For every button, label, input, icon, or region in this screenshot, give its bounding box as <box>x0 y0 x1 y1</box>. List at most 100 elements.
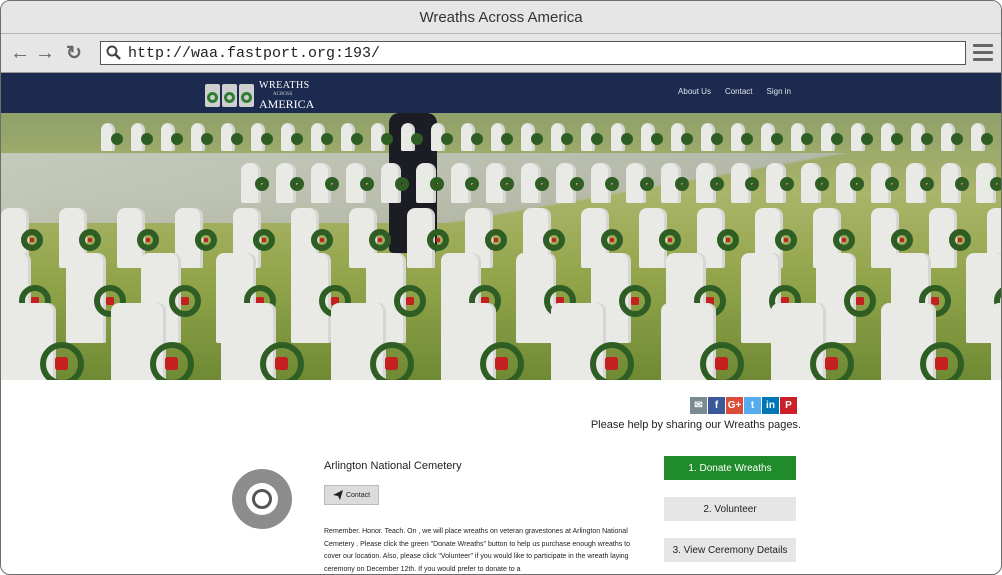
donate-wreaths-button[interactable]: 1. Donate Wreaths <box>664 456 796 480</box>
google-plus-share-icon[interactable]: G+ <box>726 397 743 414</box>
wreath <box>850 177 864 191</box>
wreath <box>710 177 724 191</box>
logo-wreath-icon <box>205 84 220 107</box>
reload-icon[interactable]: ↻ <box>64 43 84 64</box>
wreath <box>950 132 963 145</box>
wreath <box>470 132 483 145</box>
nav-contact[interactable]: Contact <box>725 87 753 96</box>
wreath <box>980 132 993 145</box>
wreath <box>740 132 753 145</box>
window-titlebar: Wreaths Across America <box>1 1 1001 34</box>
wreath <box>780 177 794 191</box>
logo-text: WREATHS ACROSS AMERICA <box>259 80 315 111</box>
wreath <box>590 132 603 145</box>
wreath <box>169 284 201 317</box>
wreath <box>570 177 584 191</box>
wreath <box>716 229 739 251</box>
nav-about-us[interactable]: About Us <box>678 87 711 96</box>
wreath <box>675 177 689 191</box>
wreath <box>395 177 409 191</box>
site-logo[interactable]: WREATHS ACROSS AMERICA <box>205 81 314 110</box>
wreath <box>320 132 333 145</box>
wreath <box>360 177 374 191</box>
wreath <box>368 229 391 251</box>
wreath <box>136 229 159 251</box>
pinterest-share-icon[interactable]: P <box>780 397 797 414</box>
wreath <box>230 132 243 145</box>
wreath <box>535 177 549 191</box>
wreath <box>500 177 514 191</box>
wreath <box>650 132 663 145</box>
logo-wreath-icon <box>239 84 254 107</box>
logo-wreath-icon <box>222 84 237 107</box>
contact-button-label: Contact <box>345 491 371 499</box>
main-content: ✉ f G+ t in P Please help by sharing our… <box>1 380 1001 574</box>
browser-window: Wreaths Across America ← → ↻ WREATHS ACR… <box>0 0 1002 575</box>
wreath <box>919 341 964 380</box>
wreath <box>290 132 303 145</box>
wreath <box>310 229 333 251</box>
wreath <box>194 229 217 251</box>
wreath <box>78 229 101 251</box>
view-ceremony-details-button[interactable]: 3. View Ceremony Details <box>664 538 796 562</box>
email-share-icon[interactable]: ✉ <box>690 397 707 414</box>
linkedin-share-icon[interactable]: in <box>762 397 779 414</box>
wreath <box>465 177 479 191</box>
wreath <box>920 132 933 145</box>
wreath <box>885 177 899 191</box>
wreath <box>170 132 183 145</box>
contact-button[interactable]: Contact <box>324 485 379 505</box>
twitter-share-icon[interactable]: t <box>744 397 761 414</box>
hero-cemetery-image <box>1 113 1001 380</box>
wreath <box>920 177 934 191</box>
wreath <box>325 177 339 191</box>
wreath <box>890 132 903 145</box>
wreath <box>39 341 84 380</box>
share-icons: ✉ f G+ t in P <box>690 397 797 414</box>
window-title: Wreaths Across America <box>419 8 583 26</box>
wreath <box>430 177 444 191</box>
wreath <box>380 132 393 145</box>
wreath <box>479 341 524 380</box>
top-nav: About Us Contact Sign in <box>678 87 791 96</box>
wreath <box>149 341 194 380</box>
wreath <box>600 229 623 251</box>
wreath <box>290 177 304 191</box>
wreath <box>259 341 304 380</box>
nav-sign-in[interactable]: Sign in <box>767 87 791 96</box>
wreath <box>990 177 1001 191</box>
hamburger-menu-icon[interactable] <box>973 44 993 62</box>
wreath <box>484 229 507 251</box>
wreath <box>20 229 43 251</box>
wreath <box>800 132 813 145</box>
send-icon <box>332 490 343 500</box>
wreath <box>745 177 759 191</box>
back-arrow-icon[interactable]: ← <box>10 42 30 64</box>
wreath <box>560 132 573 145</box>
wreath <box>710 132 723 145</box>
wreath <box>500 132 513 145</box>
wreath <box>844 284 876 317</box>
forward-arrow-icon[interactable]: → <box>35 42 55 64</box>
wreath <box>809 341 854 380</box>
wreath <box>394 284 426 317</box>
url-input[interactable] <box>126 43 930 63</box>
wreath <box>260 132 273 145</box>
wreath <box>200 132 213 145</box>
wreath <box>252 229 275 251</box>
share-prompt: Please help by sharing our Wreaths pages… <box>590 419 801 431</box>
wreath-emblem-icon <box>232 469 292 529</box>
facebook-share-icon[interactable]: f <box>708 397 725 414</box>
wreath <box>832 229 855 251</box>
wreath <box>699 341 744 380</box>
wreath <box>890 229 913 251</box>
address-bar[interactable] <box>100 41 966 65</box>
wreath <box>530 132 543 145</box>
wreath <box>640 177 654 191</box>
wreath <box>774 229 797 251</box>
wreath <box>110 132 123 145</box>
wreath <box>860 132 873 145</box>
wreath <box>410 132 423 145</box>
search-icon <box>106 45 121 60</box>
volunteer-button[interactable]: 2. Volunteer <box>664 497 796 521</box>
